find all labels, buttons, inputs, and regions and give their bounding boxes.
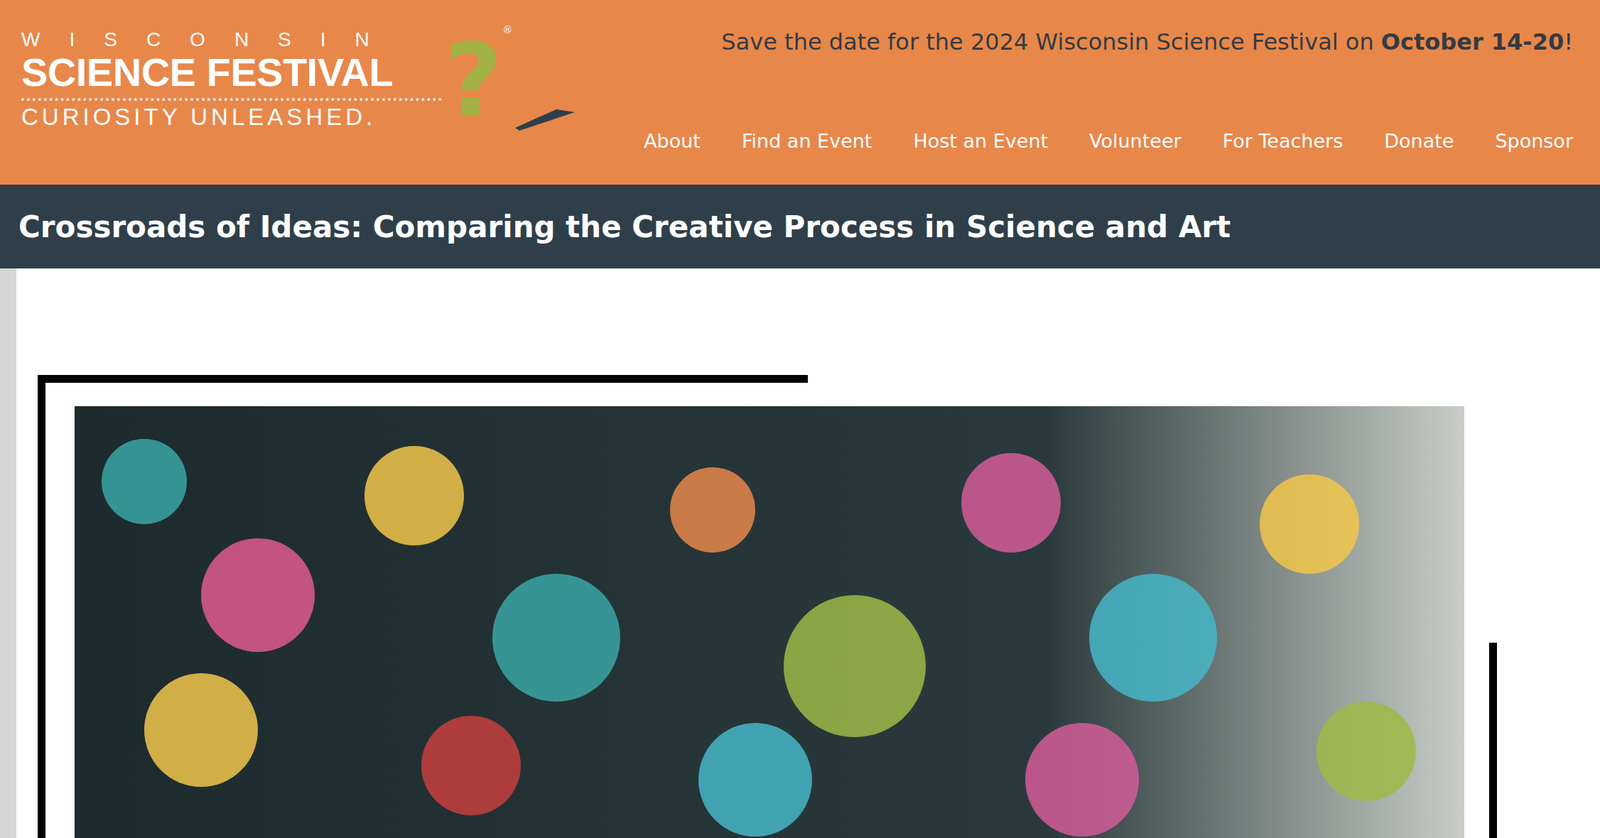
- logo-text: WISCONSINSCIENCE FESTIVAL CURIOSITY UNLEA…: [21, 24, 442, 129]
- question-mark: ?: [444, 31, 503, 131]
- header-right: Save the date for the 2024 Wisconsin Sci…: [643, 24, 1574, 160]
- nav-link[interactable]: For Teachers: [1222, 130, 1344, 153]
- nav-link[interactable]: Volunteer: [1089, 130, 1182, 153]
- nav-link[interactable]: Host an Event: [912, 130, 1048, 153]
- logo-dots: [21, 98, 442, 101]
- site-header: WISCONSINSCIENCE FESTIVAL CURIOSITY UNLEA…: [0, 0, 1600, 185]
- logo-main: SCIENCE FESTIVAL: [21, 52, 442, 93]
- registered-mark: ®: [502, 24, 513, 36]
- site-logo[interactable]: WISCONSINSCIENCE FESTIVAL CURIOSITY UNLEA…: [21, 24, 577, 160]
- nav-link[interactable]: About: [643, 130, 701, 153]
- content: [0, 268, 1600, 838]
- logo-top: WISCONSIN: [21, 24, 442, 50]
- nav-link[interactable]: Donate: [1384, 130, 1454, 153]
- nav-link[interactable]: Find an Event: [741, 130, 873, 153]
- gutter: [0, 268, 17, 838]
- page-title: Crossroads of Ideas: Comparing the Creat…: [18, 209, 1231, 245]
- announcement: Save the date for the 2024 Wisconsin Sci…: [721, 28, 1574, 56]
- banner: [16, 268, 1600, 838]
- pointer-icon: [512, 102, 577, 131]
- logo-tagline: CURIOSITY UNLEASHED.: [21, 105, 442, 129]
- logo-mark: ?®: [444, 24, 577, 131]
- title-bar: Crossroads of Ideas: Comparing the Creat…: [0, 184, 1600, 269]
- page: WISCONSINSCIENCE FESTIVAL CURIOSITY UNLEA…: [0, 0, 1600, 838]
- nav-link[interactable]: Sponsor: [1494, 130, 1574, 153]
- main-nav: About Find an Event Host an Event Volunteer…: [643, 130, 1574, 153]
- banner-image: [16, 268, 1600, 838]
